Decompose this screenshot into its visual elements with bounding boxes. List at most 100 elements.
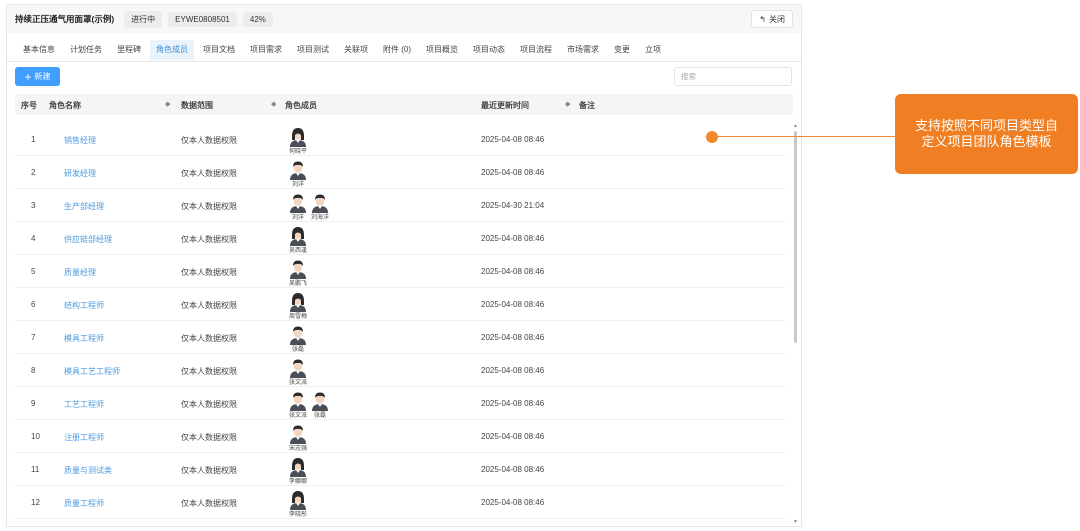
member-name: 张磊 <box>314 413 327 419</box>
row-index: 11 <box>31 465 40 474</box>
row-index: 10 <box>31 432 40 441</box>
member-avatar[interactable]: 张文派 <box>289 358 307 387</box>
tab-13[interactable]: 市场需求 <box>561 40 605 60</box>
avatar-icon <box>289 424 307 446</box>
table-row[interactable]: 7 模具工程师 仅本人数据权限 张磊 2025-04-08 08:46 <box>15 321 785 354</box>
table-row[interactable]: 5 质量经理 仅本人数据权限 吴鹏飞 2025-04-08 08:46 <box>15 255 785 288</box>
tab-10[interactable]: 项目概览 <box>420 40 464 60</box>
col-header-name: 角色名称 <box>49 101 81 110</box>
row-index: 9 <box>31 399 36 408</box>
project-header: 持续正压通气用面罩(示例) 进行中 EYWE0808501 42% ↰ 关闭 <box>7 5 801 33</box>
progress-badge: 42% <box>242 11 273 27</box>
avatar-icon <box>289 358 307 380</box>
tab-4[interactable]: 角色成员 <box>150 39 194 60</box>
callout-marker <box>706 131 718 143</box>
project-code-badge: EYWE0808501 <box>168 11 237 27</box>
close-button[interactable]: ↰ 关闭 <box>751 10 793 28</box>
role-name-link[interactable]: 研发经理 <box>64 168 96 179</box>
member-name: 张磊 <box>291 347 304 353</box>
avatar-icon <box>289 160 307 182</box>
table-row[interactable]: 2 研发经理 仅本人数据权限 刘洋 2025-04-08 08:46 <box>15 156 785 189</box>
member-avatar[interactable]: 张文派 <box>289 391 307 420</box>
table-row[interactable]: 9 工艺工程师 仅本人数据权限 张文派 张磊 2025-04-08 08:46 <box>15 387 785 420</box>
table-row[interactable]: 11 质量与测试类 仅本人数据权限 李娜娜 2025-04-08 08:46 <box>15 453 785 486</box>
tab-9[interactable]: 附件 (0) <box>377 40 417 60</box>
member-name: 刘海洋 <box>311 215 330 221</box>
new-role-button[interactable]: + 新建 <box>15 67 60 86</box>
table-row[interactable]: 1 销售经理 仅本人数据权限 何晓平 2025-04-08 08:46 <box>15 123 785 156</box>
data-scope: 仅本人数据权限 <box>181 202 237 211</box>
table-row[interactable]: 10 注册工程师 仅本人数据权限 宋志强 2025-04-08 08:46 <box>15 420 785 453</box>
member-name: 吴鹏飞 <box>289 281 308 287</box>
updated-time: 2025-04-08 08:46 <box>481 432 545 441</box>
member-list: 李娜娜 <box>289 457 311 486</box>
tab-2[interactable]: 计划任务 <box>64 40 108 60</box>
table-row[interactable]: 12 质量工程师 仅本人数据权限 李晓彤 2025-04-08 08:46 <box>15 486 785 519</box>
member-avatar[interactable]: 李娜娜 <box>289 457 307 486</box>
member-avatar[interactable]: 周雪梅 <box>289 292 307 321</box>
member-avatar[interactable]: 张磊 <box>311 391 329 420</box>
updated-time: 2025-04-30 21:04 <box>481 201 545 210</box>
role-name-link[interactable]: 注册工程师 <box>64 432 104 443</box>
tab-1[interactable]: 基本信息 <box>17 40 61 60</box>
role-name-link[interactable]: 销售经理 <box>64 135 96 146</box>
role-name-link[interactable]: 结构工程师 <box>64 300 104 311</box>
scrollbar-thumb[interactable] <box>794 131 797 343</box>
member-avatar[interactable]: 刘洋 <box>289 160 307 189</box>
role-members-panel: 持续正压通气用面罩(示例) 进行中 EYWE0808501 42% ↰ 关闭 基… <box>6 4 802 527</box>
member-avatar[interactable]: 何晓平 <box>289 127 307 156</box>
role-name-link[interactable]: 工艺工程师 <box>64 399 104 410</box>
tab-14[interactable]: 变更 <box>608 40 636 60</box>
tab-bar: 基本信息 计划任务 里程碑 角色成员 项目文档 项目需求 项目测试 关联项 附件 (0) 项目概览… <box>7 38 801 62</box>
row-index: 8 <box>31 366 36 375</box>
scroll-up-icon[interactable]: ▲ <box>793 123 798 129</box>
data-scope: 仅本人数据权限 <box>181 136 237 145</box>
col-header-note: 备注 <box>579 101 595 110</box>
data-scope: 仅本人数据权限 <box>181 169 237 178</box>
tab-6[interactable]: 项目需求 <box>244 40 288 60</box>
role-name-link[interactable]: 质量经理 <box>64 267 96 278</box>
table-row[interactable]: 8 模具工艺工程师 仅本人数据权限 张文派 2025-04-08 08:46 <box>15 354 785 387</box>
role-name-link[interactable]: 生产部经理 <box>64 201 104 212</box>
tab-8[interactable]: 关联项 <box>338 40 374 60</box>
member-avatar[interactable]: 刘洋 <box>289 193 307 222</box>
table-row[interactable]: 3 生产部经理 仅本人数据权限 刘洋 刘海洋 2025-04-30 21:04 <box>15 189 785 222</box>
scroll-down-icon[interactable]: ▼ <box>793 519 798 525</box>
member-avatar[interactable]: 宋志强 <box>289 424 307 453</box>
row-index: 7 <box>31 333 36 342</box>
role-name-link[interactable]: 模具工艺工程师 <box>64 366 120 377</box>
tab-7[interactable]: 项目测试 <box>291 40 335 60</box>
feature-callout: 支持按照不同项目类型自定义项目团队角色模板 <box>895 94 1078 174</box>
member-list: 李晓彤 <box>289 490 311 519</box>
role-name-link[interactable]: 质量工程师 <box>64 498 104 509</box>
tab-11[interactable]: 项目动态 <box>467 40 511 60</box>
plus-icon: + <box>24 69 32 84</box>
sort-icon[interactable]: ◆ <box>165 100 170 108</box>
updated-time: 2025-04-08 08:46 <box>481 399 545 408</box>
member-avatar[interactable]: 吴西逢 <box>289 226 307 255</box>
tab-12[interactable]: 项目流程 <box>514 40 558 60</box>
row-index: 6 <box>31 300 36 309</box>
role-name-link[interactable]: 模具工程师 <box>64 333 104 344</box>
data-scope: 仅本人数据权限 <box>181 433 237 442</box>
role-name-link[interactable]: 供应链部经理 <box>64 234 112 245</box>
member-avatar[interactable]: 李晓彤 <box>289 490 307 519</box>
avatar-icon <box>289 193 307 215</box>
tab-3[interactable]: 里程碑 <box>111 40 147 60</box>
vertical-scrollbar[interactable]: ▲ ▼ <box>793 123 798 525</box>
data-scope: 仅本人数据权限 <box>181 268 237 277</box>
table-row[interactable]: 6 结构工程师 仅本人数据权限 周雪梅 2025-04-08 08:46 <box>15 288 785 321</box>
sort-icon[interactable]: ◆ <box>271 100 276 108</box>
status-badge: 进行中 <box>124 10 163 28</box>
member-name: 李娜娜 <box>289 479 308 485</box>
tab-5[interactable]: 项目文档 <box>197 40 241 60</box>
table-row[interactable]: 4 供应链部经理 仅本人数据权限 吴西逢 2025-04-08 08:46 <box>15 222 785 255</box>
role-name-link[interactable]: 质量与测试类 <box>64 465 112 476</box>
search-input[interactable]: 搜索 <box>674 67 792 86</box>
avatar-icon <box>289 490 307 512</box>
member-avatar[interactable]: 吴鹏飞 <box>289 259 307 288</box>
tab-15[interactable]: 立项 <box>639 40 667 60</box>
member-avatar[interactable]: 刘海洋 <box>311 193 329 222</box>
member-avatar[interactable]: 张磊 <box>289 325 307 354</box>
sort-icon[interactable]: ◆ <box>565 100 570 108</box>
